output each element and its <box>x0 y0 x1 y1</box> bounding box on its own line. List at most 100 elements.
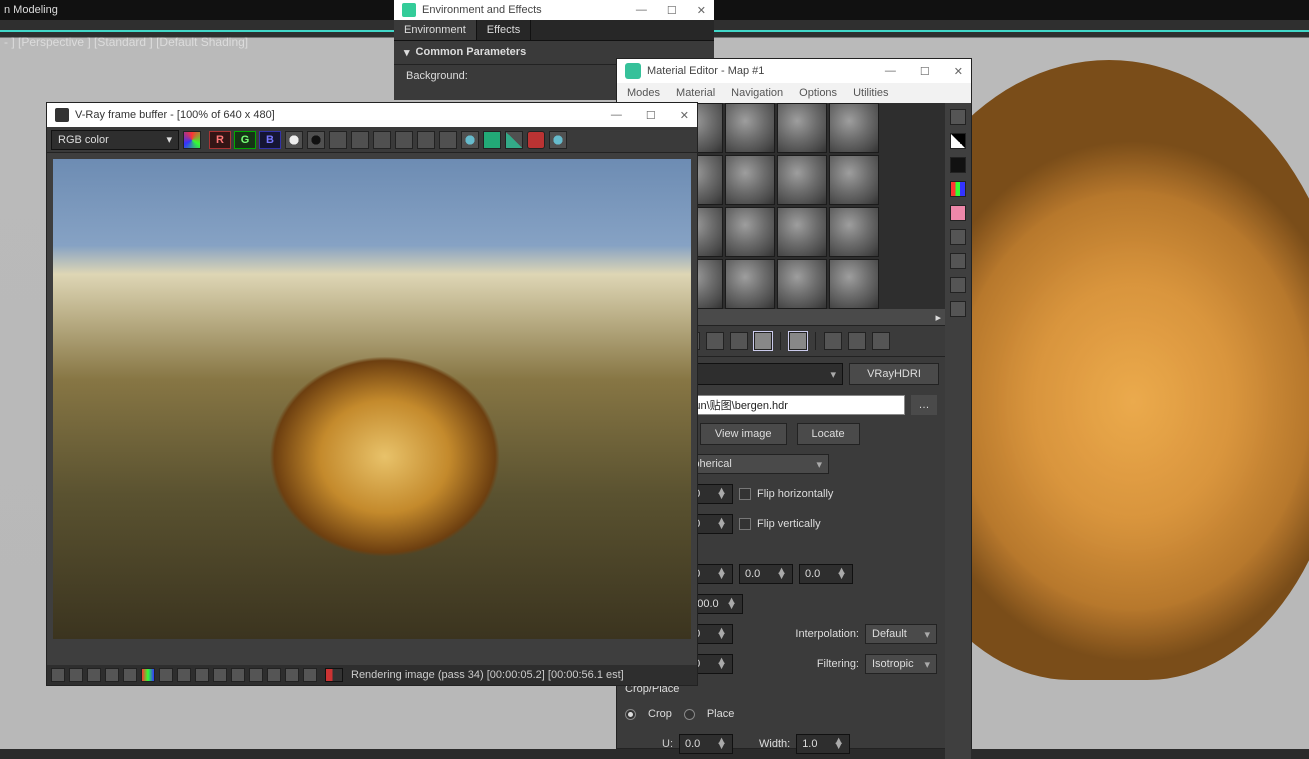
material-slot[interactable] <box>829 103 879 153</box>
maximize-button[interactable]: ☐ <box>646 109 656 122</box>
material-slot[interactable] <box>725 259 775 309</box>
reset-map-icon[interactable] <box>706 332 724 350</box>
material-slot[interactable] <box>777 103 827 153</box>
region-render-icon[interactable] <box>439 131 457 149</box>
lens-effects-icon[interactable] <box>105 668 119 682</box>
hsl-icon[interactable] <box>159 668 173 682</box>
pixel-info-icon[interactable] <box>249 668 263 682</box>
mapping-type-combo[interactable]: Spherical ▾ <box>679 454 829 474</box>
minimize-button[interactable]: — <box>636 4 647 17</box>
stop-render-icon[interactable] <box>527 131 545 149</box>
red-channel-toggle[interactable]: R <box>209 131 231 149</box>
backlight-icon[interactable] <box>950 133 966 149</box>
close-button[interactable]: ✕ <box>697 4 706 17</box>
material-slot[interactable] <box>777 155 827 205</box>
refresh-icon[interactable] <box>505 131 523 149</box>
crop-width-spinner[interactable]: 1.0▲▼ <box>796 734 850 754</box>
menu-options[interactable]: Options <box>799 87 837 99</box>
spinner-value: 0.0 <box>805 568 820 580</box>
options-icon[interactable] <box>950 253 966 269</box>
map-type-button[interactable]: VRayHDRI <box>849 363 939 385</box>
sample-uv-icon[interactable] <box>950 181 966 197</box>
bloom-icon[interactable] <box>213 668 227 682</box>
interpolation-combo[interactable]: Default▾ <box>865 624 937 644</box>
flip-vertical-checkbox[interactable] <box>739 518 751 530</box>
track-mouse-icon[interactable] <box>417 131 435 149</box>
vfb-statusbar: Rendering image (pass 34) [00:00:05.2] [… <box>47 665 697 685</box>
go-forward-icon[interactable] <box>848 332 866 350</box>
interactive-render-icon[interactable] <box>483 131 501 149</box>
render-output-image[interactable] <box>53 159 691 639</box>
channel-dropdown[interactable]: RGB color ▾ <box>51 130 179 150</box>
environment-titlebar[interactable]: Environment and Effects — ☐ ✕ <box>394 0 714 20</box>
color-corrections-icon[interactable] <box>123 668 137 682</box>
srgb-icon[interactable] <box>285 668 299 682</box>
flip-horizontal-checkbox[interactable] <box>739 488 751 500</box>
curve-icon[interactable] <box>177 668 191 682</box>
close-button[interactable]: ✕ <box>954 65 963 78</box>
clear-image-icon[interactable] <box>373 131 391 149</box>
material-slot[interactable] <box>777 259 827 309</box>
pick-from-object-icon[interactable] <box>872 332 890 350</box>
green-channel-toggle[interactable]: G <box>234 131 256 149</box>
stamp-icon[interactable] <box>195 668 209 682</box>
tab-environment[interactable]: Environment <box>394 20 477 40</box>
crop-radio[interactable] <box>625 709 636 720</box>
browse-bitmap-button[interactable]: … <box>911 395 937 415</box>
maximize-button[interactable]: ☐ <box>667 4 677 17</box>
sample-type-icon[interactable] <box>950 109 966 125</box>
color-channel-icon[interactable] <box>183 131 201 149</box>
material-editor-titlebar[interactable]: Material Editor - Map #1 — ☐ ✕ <box>617 59 971 83</box>
ground-pos-y-spinner[interactable]: 0.0▲▼ <box>739 564 793 584</box>
minimize-button[interactable]: — <box>611 109 622 122</box>
place-radio[interactable] <box>684 709 695 720</box>
tab-effects[interactable]: Effects <box>477 20 531 40</box>
material-slot[interactable] <box>725 103 775 153</box>
menu-material[interactable]: Material <box>676 87 715 99</box>
mono-channel-icon[interactable] <box>285 131 303 149</box>
history-icon[interactable] <box>51 668 65 682</box>
minimize-button[interactable]: — <box>885 65 896 78</box>
ground-pos-z-spinner[interactable]: 0.0▲▼ <box>799 564 853 584</box>
glare-icon[interactable] <box>231 668 245 682</box>
locate-button[interactable]: Locate <box>797 423 860 445</box>
material-slot[interactable] <box>829 259 879 309</box>
alpha-channel-icon[interactable] <box>307 131 325 149</box>
material-slot[interactable] <box>725 155 775 205</box>
render-icon[interactable] <box>549 131 567 149</box>
save-image-icon[interactable] <box>329 131 347 149</box>
make-preview-icon[interactable] <box>950 229 966 245</box>
select-by-material-icon[interactable] <box>950 277 966 293</box>
menu-navigation[interactable]: Navigation <box>731 87 783 99</box>
duplicate-to-max-icon[interactable] <box>395 131 413 149</box>
material-map-navigator-icon[interactable] <box>950 301 966 317</box>
flip-vertical-label: Flip vertically <box>757 518 821 530</box>
material-slot[interactable] <box>829 155 879 205</box>
load-image-icon[interactable] <box>351 131 369 149</box>
filtering-combo[interactable]: Isotropic▾ <box>865 654 937 674</box>
compare-a-icon[interactable] <box>69 668 83 682</box>
link-pdplayer-icon[interactable] <box>303 668 317 682</box>
background-icon[interactable] <box>950 157 966 173</box>
video-check-icon[interactable] <box>950 205 966 221</box>
close-button[interactable]: ✕ <box>680 109 689 122</box>
compare-b-icon[interactable] <box>87 668 101 682</box>
go-parent-icon[interactable] <box>824 332 842 350</box>
view-image-button[interactable]: View image <box>700 423 787 445</box>
make-unique-icon[interactable] <box>754 332 772 350</box>
crop-u-spinner[interactable]: 0.0▲▼ <box>679 734 733 754</box>
blue-channel-toggle[interactable]: B <box>259 131 281 149</box>
maximize-button[interactable]: ☐ <box>920 65 930 78</box>
material-slot[interactable] <box>725 207 775 257</box>
render-last-icon[interactable] <box>461 131 479 149</box>
gamma-icon[interactable] <box>267 668 281 682</box>
chevron-down-icon: ▾ <box>816 458 822 471</box>
menu-utilities[interactable]: Utilities <box>853 87 888 99</box>
vfb-titlebar[interactable]: V-Ray frame buffer - [100% of 640 x 480]… <box>47 103 697 127</box>
make-copy-icon[interactable] <box>730 332 748 350</box>
show-map-icon[interactable] <box>789 332 807 350</box>
material-slot[interactable] <box>829 207 879 257</box>
material-slot[interactable] <box>777 207 827 257</box>
levels-icon[interactable] <box>141 668 155 682</box>
menu-modes[interactable]: Modes <box>627 87 660 99</box>
